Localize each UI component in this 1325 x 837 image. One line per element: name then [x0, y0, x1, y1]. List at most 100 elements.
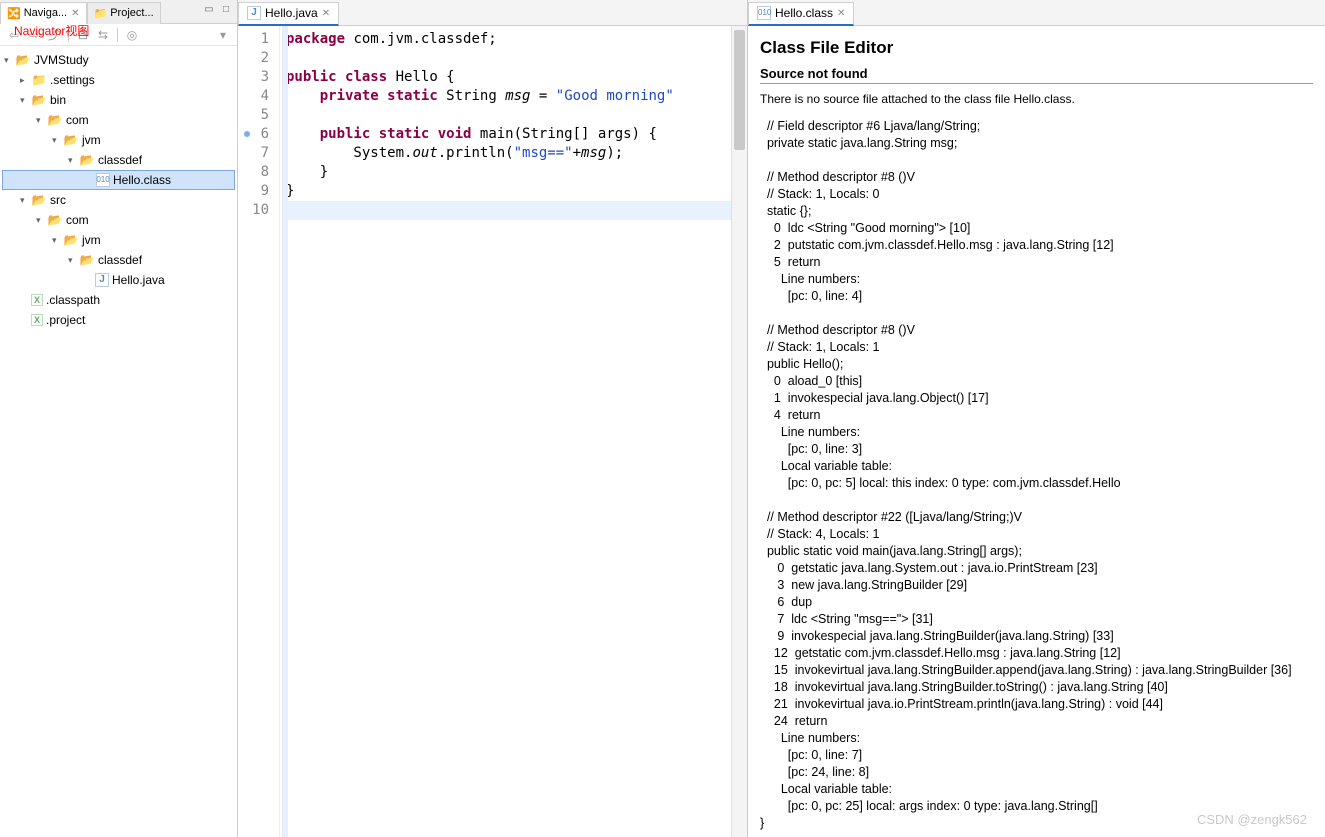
editor-tab-hello-java[interactable]: J Hello.java ✕ [238, 2, 339, 26]
code-line[interactable]: public class Hello { [286, 68, 741, 87]
tree-item-label: Hello.class [113, 173, 171, 187]
tree-item[interactable]: ▾📂classdef [2, 250, 235, 270]
code-line[interactable]: public static void main(String[] args) { [286, 125, 741, 144]
class-file-icon: 010 [757, 6, 771, 20]
folder-open-icon: 📂 [47, 112, 63, 128]
tree-item[interactable]: ▾📂classdef [2, 150, 235, 170]
vertical-scrollbar[interactable] [731, 26, 747, 837]
close-icon[interactable]: ✕ [837, 8, 845, 19]
editor-tabs: J Hello.java ✕ [238, 0, 747, 26]
tree-item-label: jvm [82, 133, 101, 147]
annotation-label: Navigator视图 [14, 22, 89, 39]
chevron-icon[interactable]: ▾ [20, 95, 30, 106]
minimize-icon[interactable]: ▭ [202, 2, 216, 16]
tab-navigator[interactable]: 🔀 Naviga... ✕ [0, 2, 87, 24]
view-tabs: 🔀 Naviga... ✕ 📁 Project... ▭ □ [0, 0, 237, 24]
class-file-panel: 010 Hello.class ✕ Class File Editor Sour… [748, 0, 1325, 837]
tree-item-label: .classpath [46, 293, 100, 307]
java-file-icon: J [247, 6, 261, 20]
tree-item[interactable]: ▾📂JVMStudy [2, 50, 235, 70]
java-editor-panel: J Hello.java ✕ 12345678910 package com.j… [238, 0, 748, 837]
class-file-body[interactable]: Class File Editor Source not found There… [748, 26, 1325, 832]
folder-open-icon: 📂 [79, 152, 95, 168]
view-menu-icon[interactable]: ▾ [215, 27, 231, 43]
chevron-icon[interactable]: ▾ [68, 155, 78, 166]
navigator-panel: 🔀 Naviga... ✕ 📁 Project... ▭ □ Navigator… [0, 0, 238, 837]
chevron-icon[interactable]: ▾ [52, 135, 62, 146]
tab-label: Project... [110, 7, 153, 19]
editor-tab-label: Hello.java [265, 6, 318, 20]
xml-file-icon: X [31, 314, 43, 326]
code-line[interactable]: } [286, 182, 741, 201]
chevron-icon[interactable]: ▾ [20, 195, 30, 206]
editor-tabs: 010 Hello.class ✕ [748, 0, 1325, 26]
code-line[interactable] [286, 106, 741, 125]
class-file-icon: 010 [96, 173, 110, 187]
navigator-icon: 🔀 [7, 7, 21, 20]
tree-item[interactable]: ▾📂com [2, 110, 235, 130]
xml-file-icon: X [31, 294, 43, 306]
tree-item[interactable]: ▾📂com [2, 210, 235, 230]
tree-item-label: bin [50, 93, 66, 107]
code-line[interactable]: } [286, 163, 741, 182]
code-line[interactable] [286, 49, 741, 68]
page-title: Class File Editor [760, 38, 1313, 58]
tree-item-label: src [50, 193, 66, 207]
tree-item-label: com [66, 213, 89, 227]
chevron-icon[interactable]: ▸ [20, 75, 30, 86]
project-icon: 📂 [15, 52, 31, 68]
chevron-icon[interactable]: ▾ [4, 55, 14, 66]
editor-tab-label: Hello.class [775, 6, 833, 20]
close-icon[interactable]: ✕ [71, 8, 79, 19]
folder-open-icon: 📂 [47, 212, 63, 228]
editor-tab-hello-class[interactable]: 010 Hello.class ✕ [748, 2, 854, 26]
page-subtitle: Source not found [760, 66, 1313, 84]
tree-item[interactable]: X.project [2, 310, 235, 330]
tree-item[interactable]: ▸📁.settings [2, 70, 235, 90]
view-toolstrip: ▭ □ [202, 2, 233, 16]
editor-body[interactable]: 12345678910 package com.jvm.classdef; pu… [238, 26, 747, 837]
folder-open-icon: 📂 [63, 132, 79, 148]
tree-item-label: JVMStudy [34, 53, 89, 67]
folder-open-icon: 📂 [31, 192, 47, 208]
chevron-icon[interactable]: ▾ [36, 115, 46, 126]
line-gutter: 12345678910 [238, 26, 280, 837]
tree-item[interactable]: X.classpath [2, 290, 235, 310]
folder-closed-icon: 📁 [31, 72, 47, 88]
code-area[interactable]: package com.jvm.classdef; public class H… [280, 26, 747, 837]
tree-item[interactable]: 010Hello.class [2, 170, 235, 190]
tree-item[interactable]: ▾📂jvm [2, 130, 235, 150]
maximize-icon[interactable]: □ [219, 2, 233, 16]
tab-label: Naviga... [24, 7, 67, 19]
chevron-icon[interactable]: ▾ [68, 255, 78, 266]
link-editor-icon[interactable]: ⇆ [95, 27, 111, 43]
code-line[interactable] [286, 201, 741, 220]
tree-item-label: .project [46, 313, 85, 327]
folder-icon: 📁 [94, 7, 108, 20]
tree-item[interactable]: ▾📂src [2, 190, 235, 210]
tree-item-label: Hello.java [112, 273, 165, 287]
tab-project-explorer[interactable]: 📁 Project... [87, 2, 161, 24]
tree-item-label: jvm [82, 233, 101, 247]
scroll-thumb[interactable] [734, 30, 745, 150]
chevron-icon[interactable]: ▾ [36, 215, 46, 226]
tree-item-label: .settings [50, 73, 95, 87]
folding-ruler [282, 26, 288, 837]
tree-item-label: classdef [98, 253, 142, 267]
source-note: There is no source file attached to the … [760, 92, 1313, 106]
code-line[interactable]: private static String msg = "Good mornin… [286, 87, 741, 106]
folder-open-icon: 📂 [79, 252, 95, 268]
focus-icon[interactable]: ◎ [124, 27, 140, 43]
folder-open-icon: 📂 [63, 232, 79, 248]
tree-item[interactable]: JHello.java [2, 270, 235, 290]
code-line[interactable]: package com.jvm.classdef; [286, 30, 741, 49]
chevron-icon[interactable]: ▾ [52, 235, 62, 246]
folder-open-icon: 📂 [31, 92, 47, 108]
close-icon[interactable]: ✕ [322, 8, 330, 19]
java-file-icon: J [95, 273, 109, 287]
tree-item-label: com [66, 113, 89, 127]
tree-item[interactable]: ▾📂jvm [2, 230, 235, 250]
tree-item[interactable]: ▾📂bin [2, 90, 235, 110]
code-line[interactable]: System.out.println("msg=="+msg); [286, 144, 741, 163]
file-tree[interactable]: ▾📂JVMStudy▸📁.settings▾📂bin▾📂com▾📂jvm▾📂cl… [0, 46, 237, 334]
